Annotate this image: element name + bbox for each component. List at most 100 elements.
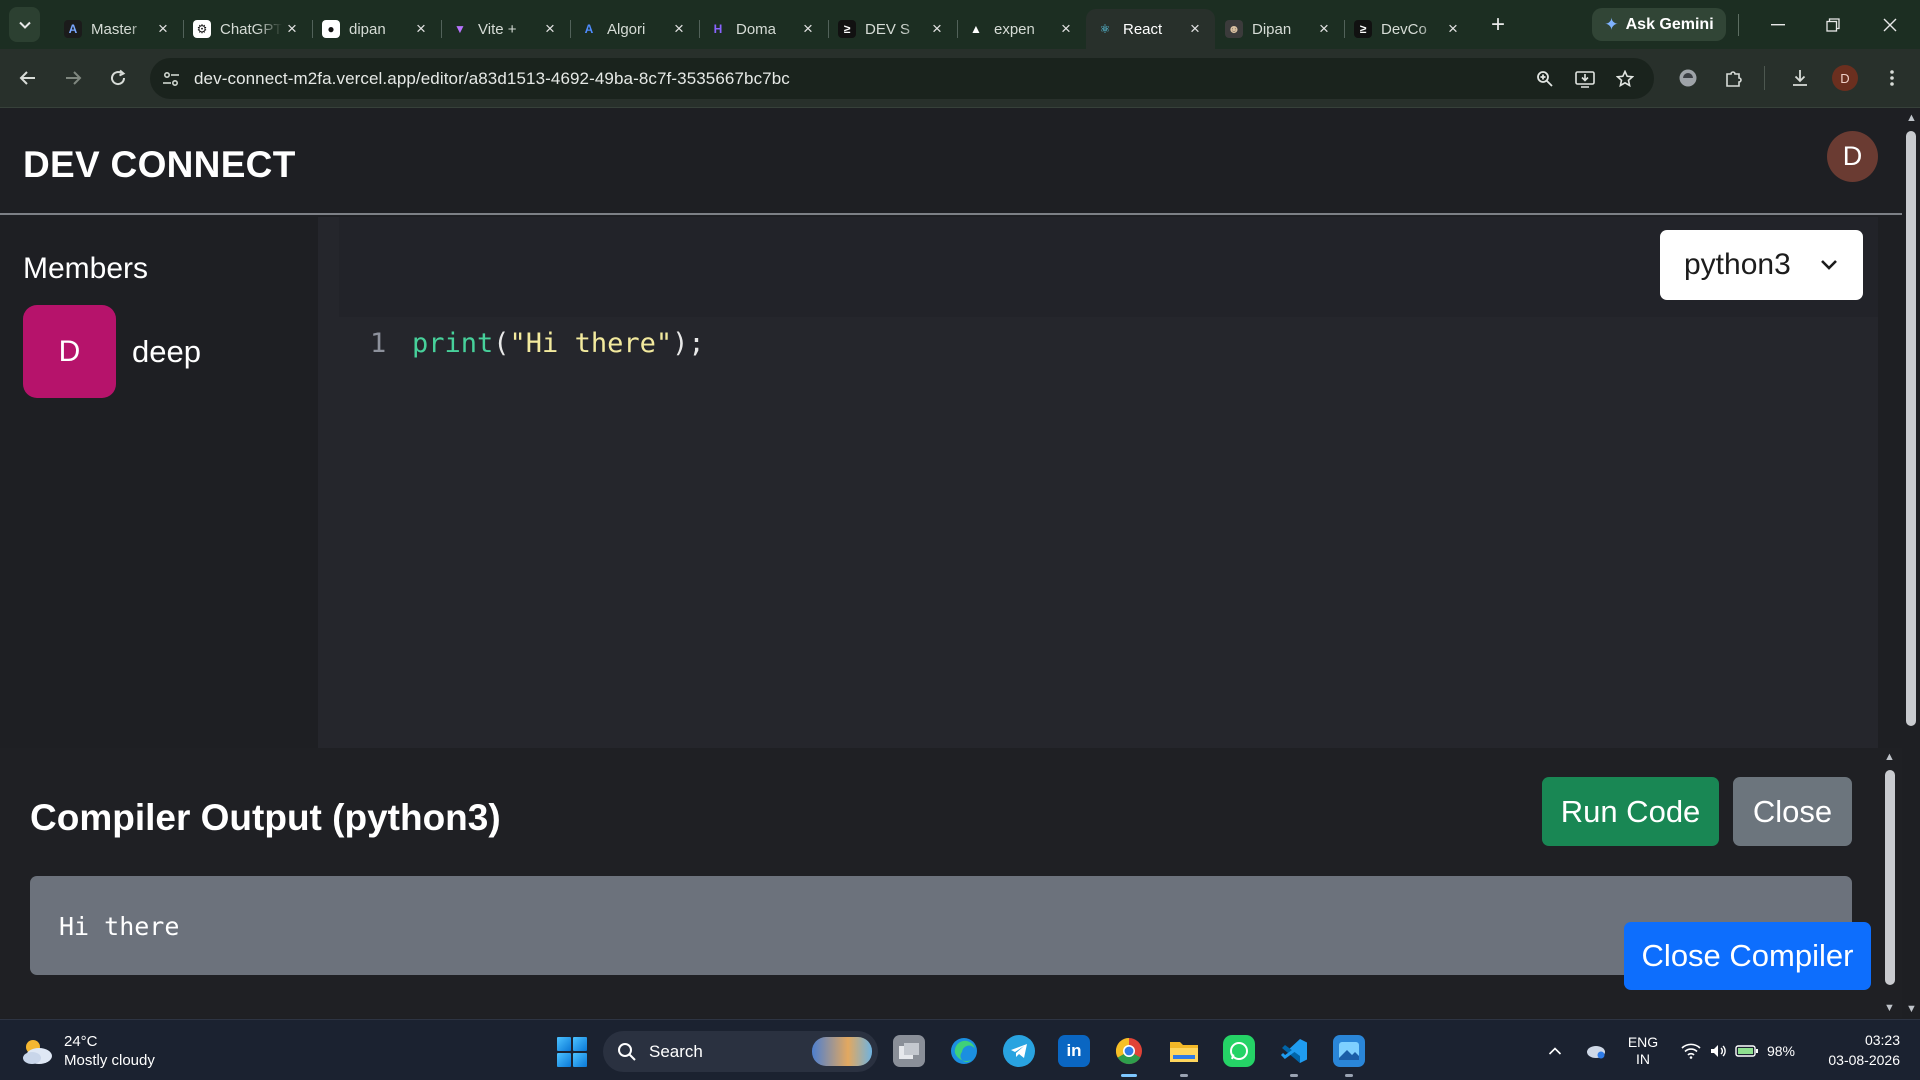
start-button[interactable]	[557, 1037, 587, 1067]
browser-tab[interactable]: ▲ expen ×	[957, 9, 1086, 49]
photos-app-icon[interactable]	[1333, 1035, 1365, 1077]
tab-close-icon[interactable]: ×	[927, 19, 947, 39]
downloads-button[interactable]	[1783, 61, 1817, 95]
scroll-down-icon[interactable]: ▼	[1906, 1003, 1917, 1015]
bookmark-button[interactable]	[1608, 62, 1642, 96]
tab-title: Doma	[736, 20, 777, 38]
tab-list: A Master × ⚙ ChatGPT × ● dipan × ▼ Vite + × A Algori ×…	[54, 0, 1473, 49]
browser-menu-button[interactable]	[1875, 61, 1909, 95]
extension-button[interactable]	[1671, 61, 1705, 95]
tab-favicon-icon: A	[584, 22, 594, 36]
run-code-button[interactable]: Run Code	[1542, 777, 1719, 846]
linkedin-icon[interactable]: in	[1058, 1035, 1090, 1067]
code-text[interactable]: print("Hi there");	[412, 328, 705, 359]
member-item[interactable]: D deep	[23, 305, 201, 398]
browser-tab[interactable]: H Doma ×	[699, 9, 828, 49]
vscode-icon[interactable]	[1278, 1035, 1310, 1077]
browser-tab[interactable]: A Master ×	[54, 9, 183, 49]
code-line[interactable]: 1 print("Hi there");	[370, 328, 705, 359]
scroll-up-icon[interactable]: ▲	[1906, 112, 1917, 124]
onedrive-icon[interactable]	[1580, 1020, 1610, 1080]
tab-favicon-icon: ≥	[838, 20, 856, 38]
zoom-button[interactable]	[1528, 62, 1562, 96]
telegram-icon[interactable]	[1003, 1035, 1035, 1067]
language-select[interactable]: python3	[1660, 230, 1863, 300]
whatsapp-icon[interactable]	[1223, 1035, 1255, 1067]
tab-close-icon[interactable]: ×	[153, 19, 173, 39]
ask-gemini-label: Ask Gemini	[1625, 15, 1714, 33]
close-compiler-button[interactable]: Close Compiler	[1624, 922, 1871, 990]
browser-tab[interactable]: ● dipan ×	[312, 9, 441, 49]
editor-toolbar-area	[339, 217, 1878, 317]
page-scrollbar[interactable]: ▲ ▼	[1902, 109, 1920, 1019]
forward-button[interactable]	[56, 61, 90, 95]
taskbar-clock[interactable]: 03:23 03-08-2026	[1810, 1030, 1900, 1070]
tab-title: expen	[994, 20, 1035, 38]
folder-glyph	[1170, 1042, 1198, 1062]
tab-title: Dipan	[1252, 20, 1292, 38]
scrollbar-thumb[interactable]	[1906, 131, 1916, 726]
user-avatar[interactable]: D	[1827, 131, 1878, 182]
ask-gemini-button[interactable]: ✦ Ask Gemini	[1592, 8, 1726, 41]
new-tab-button[interactable]: +	[1481, 8, 1515, 42]
tab-search-button[interactable]	[9, 7, 40, 42]
scroll-up-icon[interactable]: ▲	[1884, 751, 1895, 763]
tab-close-icon[interactable]: ×	[1314, 19, 1334, 39]
tab-close-icon[interactable]: ×	[282, 19, 302, 39]
tab-title: DEV S	[865, 20, 911, 38]
whatsapp-glyph	[1230, 1042, 1248, 1060]
tab-close-icon[interactable]: ×	[1443, 19, 1463, 39]
browser-tab[interactable]: ▼ Vite + ×	[441, 9, 570, 49]
browser-tab[interactable]: ⚛ React ×	[1086, 9, 1215, 49]
download-icon	[1793, 70, 1807, 86]
compiler-scrollbar[interactable]: ▲ ▼	[1878, 748, 1902, 1018]
windows-logo-icon	[557, 1037, 571, 1051]
search-highlight-image	[812, 1037, 872, 1066]
minimize-button[interactable]	[1754, 0, 1802, 49]
windows-logo-icon	[573, 1037, 587, 1051]
tab-favicon-icon: ●	[322, 20, 340, 38]
compiler-output-title: Compiler Output (python3)	[30, 797, 501, 838]
chevron-down-icon	[1821, 260, 1837, 270]
close-window-button[interactable]	[1866, 0, 1914, 49]
browser-tab[interactable]: ≥ DEV S ×	[828, 9, 957, 49]
task-view-icon[interactable]	[893, 1035, 925, 1067]
tab-close-icon[interactable]: ×	[411, 19, 431, 39]
file-explorer-icon[interactable]	[1168, 1035, 1200, 1077]
windows-taskbar: 24°C Mostly cloudy Search in ENG IN 98% …	[0, 1019, 1920, 1080]
tab-favicon-icon: ⚙	[193, 20, 211, 38]
input-language-indicator[interactable]: ENG IN	[1622, 1020, 1664, 1080]
close-button[interactable]: Close	[1733, 777, 1852, 846]
tab-title: Vite +	[478, 20, 517, 38]
profile-avatar[interactable]: D	[1832, 65, 1858, 91]
tab-close-icon[interactable]: ×	[1056, 19, 1076, 39]
reload-button[interactable]	[101, 61, 135, 95]
browser-tab[interactable]: ⚙ ChatGPT ×	[183, 9, 312, 49]
tab-close-icon[interactable]: ×	[798, 19, 818, 39]
weather-widget[interactable]: 24°C Mostly cloudy	[20, 1032, 155, 1070]
show-hidden-icons-button[interactable]	[1541, 1020, 1569, 1080]
forward-arrow-icon	[66, 71, 82, 85]
tab-close-icon[interactable]: ×	[1185, 19, 1205, 39]
taskbar-search[interactable]: Search	[603, 1031, 878, 1072]
system-tray-status[interactable]: 98%	[1676, 1020, 1800, 1080]
tab-close-icon[interactable]: ×	[669, 19, 689, 39]
edge-glyph	[951, 1038, 977, 1064]
code-token-punctuation: (	[493, 328, 510, 359]
browser-tab[interactable]: ☻ Dipan ×	[1215, 9, 1344, 49]
edge-icon[interactable]	[948, 1035, 980, 1067]
address-bar[interactable]: dev-connect-m2fa.vercel.app/editor/a83d1…	[150, 58, 1654, 99]
restore-button[interactable]	[1809, 0, 1857, 49]
site-info-button[interactable]	[154, 62, 188, 96]
extensions-menu-button[interactable]	[1717, 61, 1751, 95]
back-button[interactable]	[11, 61, 45, 95]
scroll-down-icon[interactable]: ▼	[1884, 1002, 1895, 1014]
tab-close-icon[interactable]: ×	[540, 19, 560, 39]
gemini-sparkle-icon: ✦	[1604, 14, 1619, 34]
scrollbar-thumb[interactable]	[1885, 770, 1895, 985]
chrome-icon[interactable]	[1113, 1035, 1145, 1077]
browser-tab[interactable]: ≥ DevCo ×	[1344, 9, 1473, 49]
install-app-button[interactable]	[1568, 62, 1602, 96]
member-name: deep	[132, 333, 201, 369]
browser-tab[interactable]: A Algori ×	[570, 9, 699, 49]
